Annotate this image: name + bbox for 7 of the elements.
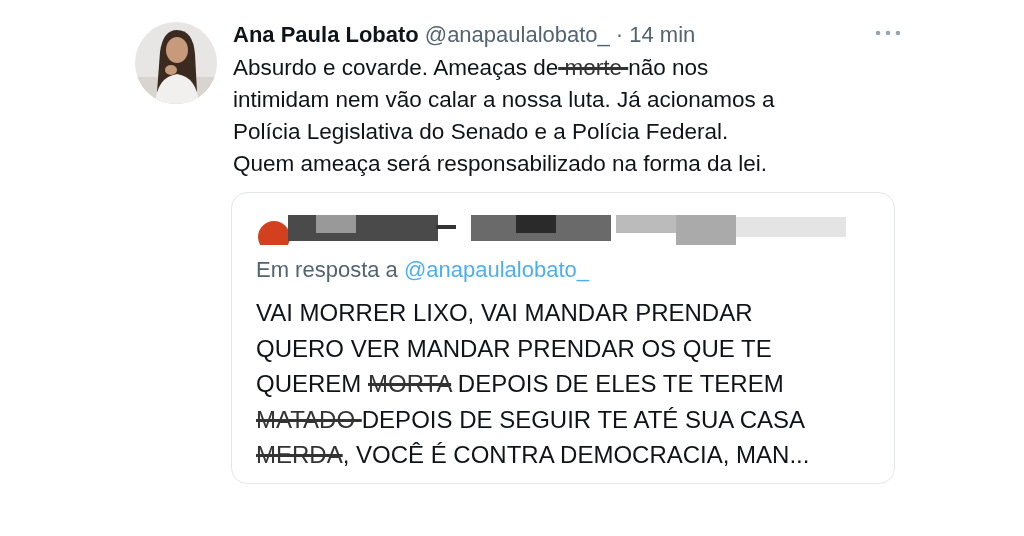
quoted-post-card[interactable] — [231, 192, 895, 484]
post-time: · 14 min — [615, 22, 696, 48]
quoted-post-text: VAI MORRER LIXO, VAI MANDAR PRENDAR QUERO VER MANDAR PRENDAR OS QUE TE QUEREM MORTA DEPOIS DE ELES TE TEREM MATADO DEPOIS DE SEGUIR TE ATÉ SUA CASA MERDA, VOCÊ É CONTRA DEMOCRACIA, MAN... — [256, 298, 811, 470]
post-text: Absurdo e covarde. Ameaças de morte não nos intimidam nem vão calar a nossa luta. Já acionamos a Polícia Legislativa do Senado e a Polícia Federal. Quem ameaça será responsabilizado na forma da lei. — [233, 54, 776, 178]
reply-context: Em resposta a @anapaulalobato_ — [256, 257, 591, 283]
author-name[interactable]: Ana Paula Lobato — [233, 22, 419, 48]
author-handle[interactable]: @anapaulalobato_ — [424, 22, 610, 48]
